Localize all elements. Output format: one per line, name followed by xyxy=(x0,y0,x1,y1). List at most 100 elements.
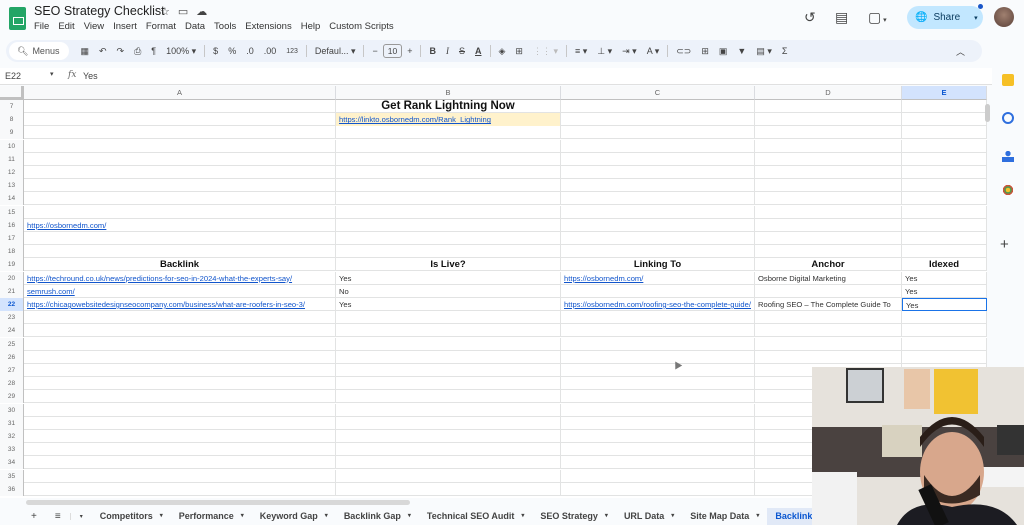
add-sheet-icon[interactable]: + xyxy=(22,511,46,522)
cell-e16[interactable] xyxy=(902,218,987,232)
menu-edit[interactable]: Edit xyxy=(58,21,74,32)
folder-icon[interactable]: ▭ xyxy=(178,5,188,18)
italic-button[interactable]: I xyxy=(441,46,454,56)
cell-d7[interactable] xyxy=(755,100,902,113)
tasks-icon[interactable] xyxy=(1002,112,1014,124)
cell-e26[interactable] xyxy=(902,350,987,364)
cell-e25[interactable] xyxy=(902,337,987,351)
row-number[interactable]: 32 xyxy=(0,430,24,443)
cell-c20[interactable]: https://osbornedm.com/ xyxy=(561,271,755,285)
cell-c22[interactable]: https://osbornedm.com/roofing-seo-the-co… xyxy=(561,298,755,311)
cell-e17[interactable] xyxy=(902,232,987,245)
font-select[interactable]: Defaul... ▾ xyxy=(310,46,361,57)
tab-dropdown-icon[interactable]: ▾ xyxy=(408,511,411,522)
avatar[interactable] xyxy=(994,7,1014,27)
tab-backlink-gap[interactable]: Backlink Gap ▾ xyxy=(336,511,419,522)
cell-c12[interactable] xyxy=(561,166,755,179)
cell-a22[interactable]: https://chicagowebsitedesignseocompany.c… xyxy=(24,298,336,311)
cell-a32[interactable] xyxy=(24,430,336,443)
cell-e7[interactable] xyxy=(902,100,987,113)
cell-e21[interactable]: Yes xyxy=(902,284,987,298)
cell-d14[interactable] xyxy=(755,192,902,206)
cell-c7[interactable] xyxy=(561,100,755,113)
row-number[interactable]: 20 xyxy=(0,271,24,285)
row-number[interactable]: 19 xyxy=(0,258,24,272)
cell-e18[interactable] xyxy=(902,245,987,259)
text-rotation-icon[interactable]: A ▾ xyxy=(642,46,665,57)
maps-icon[interactable] xyxy=(999,181,1017,199)
tab-dropdown-icon[interactable]: ▾ xyxy=(241,511,244,522)
currency-button[interactable]: $ xyxy=(208,46,223,56)
cell-d10[interactable] xyxy=(755,139,902,153)
row-number[interactable]: 35 xyxy=(0,469,24,483)
cell-a34[interactable] xyxy=(24,456,336,470)
cell-b18[interactable] xyxy=(336,245,561,259)
column-header-c[interactable]: C xyxy=(561,86,755,100)
row-number[interactable]: 9 xyxy=(0,126,24,140)
cell-b20[interactable]: Yes xyxy=(336,271,561,285)
cell-b29[interactable] xyxy=(336,390,561,404)
cell-a19[interactable]: Backlink xyxy=(24,258,336,272)
formula-input[interactable]: Yes xyxy=(83,71,98,81)
cell-c30[interactable] xyxy=(561,403,755,417)
cell-e23[interactable] xyxy=(902,311,987,325)
cell-c9[interactable] xyxy=(561,126,755,140)
cell-d13[interactable] xyxy=(755,179,902,193)
cell-e20[interactable]: Yes xyxy=(902,271,987,285)
row-number[interactable]: 25 xyxy=(0,337,24,351)
cell-a8[interactable] xyxy=(24,113,336,127)
cell-a29[interactable] xyxy=(24,390,336,404)
all-sheets-icon[interactable]: ≡ xyxy=(46,511,70,522)
collapse-toolbar-icon[interactable]: ︿ xyxy=(951,45,970,58)
cell-b27[interactable] xyxy=(336,364,561,377)
tab-dropdown-icon[interactable]: ▾ xyxy=(325,511,328,522)
strikethrough-button[interactable]: S xyxy=(454,46,470,56)
cell-c29[interactable] xyxy=(561,390,755,404)
comments-icon[interactable]: ▤ xyxy=(835,9,848,26)
cell-b22[interactable]: Yes xyxy=(336,298,561,311)
row-number[interactable]: 16 xyxy=(0,218,24,232)
cell-a9[interactable] xyxy=(24,126,336,140)
menu-custom-scripts[interactable]: Custom Scripts xyxy=(329,21,393,32)
cell-d20[interactable]: Osborne Digital Marketing xyxy=(755,271,902,285)
row-number[interactable]: 7 xyxy=(0,100,24,113)
cell-c35[interactable] xyxy=(561,469,755,483)
merge-cells-icon[interactable]: ⋮⋮ ▾ xyxy=(528,46,563,57)
cell-b8[interactable]: https://linkto.osbornedm.com/Rank_Lightn… xyxy=(336,113,561,127)
row-number[interactable]: 26 xyxy=(0,350,24,364)
cell-d11[interactable] xyxy=(755,152,902,166)
cell-e9[interactable] xyxy=(902,126,987,140)
calculator-icon[interactable]: ▦ xyxy=(75,46,94,57)
cell-a21[interactable]: semrush.com/ xyxy=(24,284,336,298)
cell-b9[interactable] xyxy=(336,126,561,140)
cell-e15[interactable] xyxy=(902,205,987,219)
cell-a31[interactable] xyxy=(24,416,336,430)
cell-b17[interactable] xyxy=(336,232,561,245)
column-header-d[interactable]: D xyxy=(755,86,902,100)
row-number[interactable]: 10 xyxy=(0,139,24,153)
cell-b14[interactable] xyxy=(336,192,561,206)
column-header-a[interactable]: A xyxy=(24,86,336,100)
font-size-increase-button[interactable]: + xyxy=(402,46,417,56)
cell-e10[interactable] xyxy=(902,139,987,153)
cell-b30[interactable] xyxy=(336,403,561,417)
cell-c28[interactable] xyxy=(561,377,755,391)
menu-view[interactable]: View xyxy=(84,21,104,32)
cell-a13[interactable] xyxy=(24,179,336,193)
cell-b23[interactable] xyxy=(336,311,561,325)
row-number[interactable]: 36 xyxy=(0,482,24,496)
paint-format-icon[interactable]: ¶ xyxy=(146,46,161,56)
cell-a24[interactable] xyxy=(24,324,336,338)
decrease-decimal-button[interactable]: .0 xyxy=(241,46,259,56)
cell-b25[interactable] xyxy=(336,337,561,351)
select-all-corner[interactable] xyxy=(0,86,24,100)
cell-d19[interactable]: Anchor xyxy=(755,258,902,272)
cell-a12[interactable] xyxy=(24,166,336,179)
tab-dropdown-icon[interactable]: ▾ xyxy=(671,511,674,522)
tab-dropdown-icon[interactable]: ▾ xyxy=(605,511,608,522)
cell-d9[interactable] xyxy=(755,126,902,140)
number-format-button[interactable]: 123 xyxy=(281,48,303,55)
cell-d24[interactable] xyxy=(755,324,902,338)
cell-b10[interactable] xyxy=(336,139,561,153)
row-number[interactable]: 31 xyxy=(0,416,24,430)
